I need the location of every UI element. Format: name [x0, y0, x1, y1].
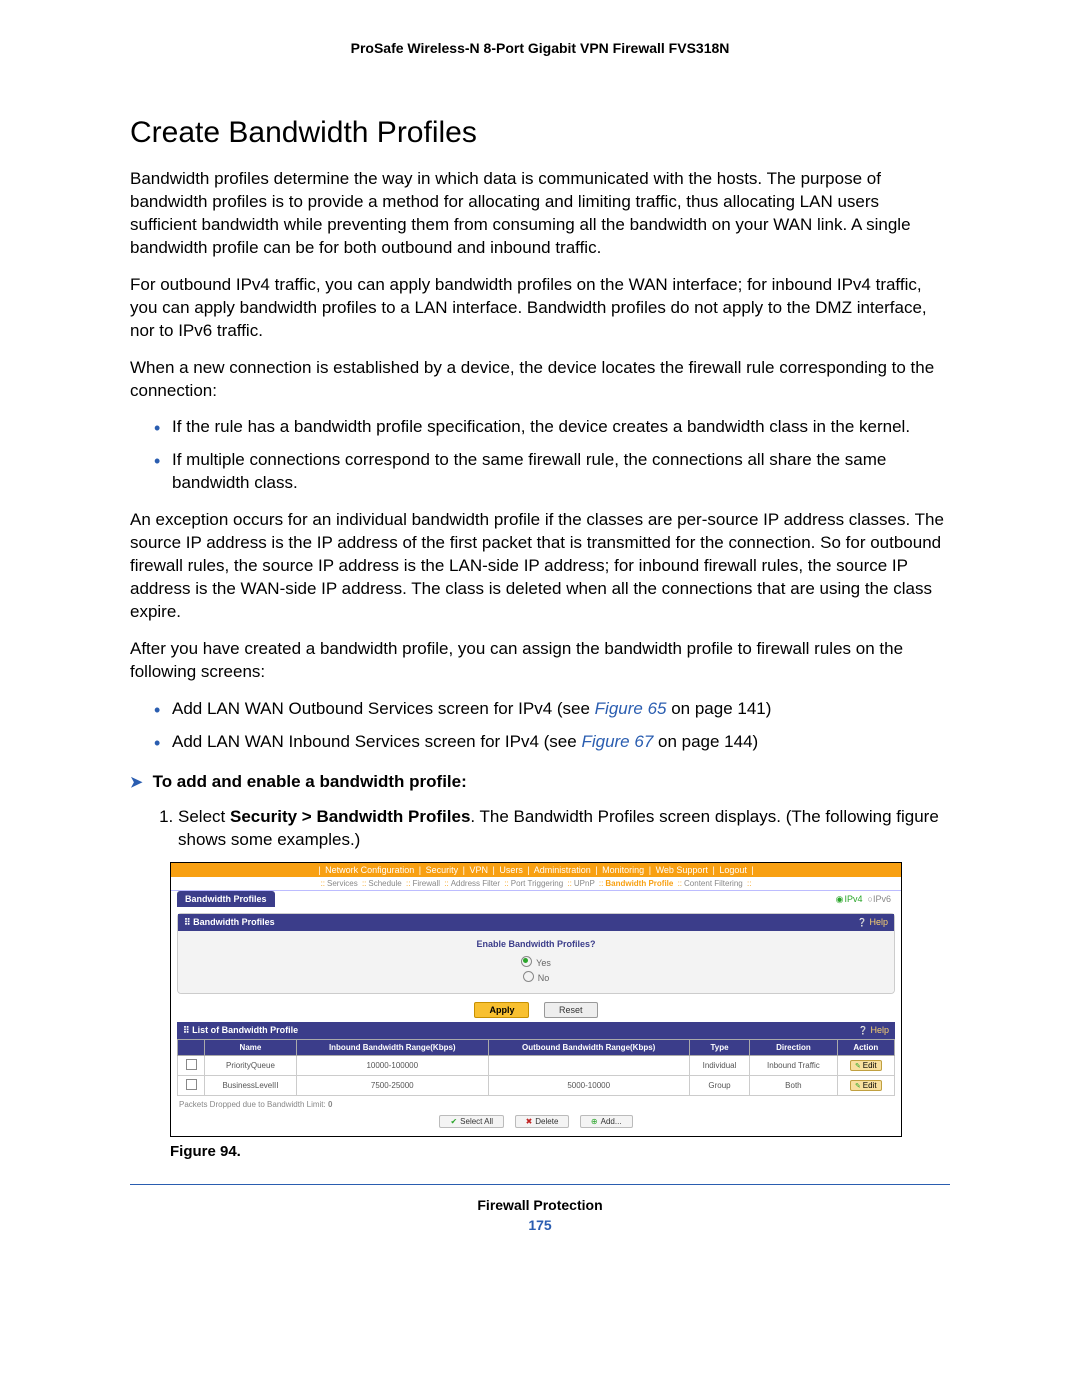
nav-admin[interactable]: Administration — [534, 865, 591, 875]
figure-caption: Figure 94. — [170, 1143, 950, 1160]
col-direction: Direction — [750, 1039, 837, 1055]
subnav-schedule[interactable]: Schedule — [368, 879, 401, 888]
add-button[interactable]: ⊕Add... — [580, 1115, 633, 1128]
horizontal-rule — [130, 1184, 950, 1185]
subnav-porttrigger[interactable]: Port Triggering — [511, 879, 563, 888]
nav-vpn[interactable]: VPN — [469, 865, 488, 875]
figure-65-link[interactable]: Figure 65 — [595, 699, 667, 718]
footer-title: Firewall Protection — [477, 1197, 602, 1213]
nav-monitor[interactable]: Monitoring — [602, 865, 644, 875]
bullet-4: Add LAN WAN Inbound Services screen for … — [154, 731, 950, 754]
select-all-button[interactable]: ✔Select All — [439, 1115, 504, 1128]
subnav-addrfilter[interactable]: Address Filter — [451, 879, 500, 888]
subnav-contentfilter[interactable]: Content Filtering — [684, 879, 743, 888]
subnav-upnp[interactable]: UPnP — [574, 879, 595, 888]
radio-no[interactable] — [523, 971, 534, 982]
figure-94-screenshot: | Network Configuration | Security | VPN… — [170, 862, 902, 1137]
enable-question: Enable Bandwidth Profiles? — [186, 939, 886, 949]
para-3: When a new connection is established by … — [130, 357, 950, 403]
drop-note: Packets Dropped due to Bandwidth Limit: … — [179, 1100, 893, 1109]
page-title: Create Bandwidth Profiles — [130, 116, 950, 150]
subnav-bwprofile[interactable]: Bandwidth Profile — [605, 879, 673, 888]
col-name: Name — [205, 1039, 297, 1055]
col-inbound: Inbound Bandwidth Range(Kbps) — [296, 1039, 488, 1055]
bw-profile-table: Name Inbound Bandwidth Range(Kbps) Outbo… — [177, 1039, 895, 1096]
para-2: For outbound IPv4 traffic, you can apply… — [130, 274, 950, 343]
para-5: After you have created a bandwidth profi… — [130, 638, 950, 684]
ipv4-label[interactable]: IPv4 — [845, 894, 863, 904]
nav-websupport[interactable]: Web Support — [656, 865, 708, 875]
nav-logout[interactable]: Logout — [719, 865, 747, 875]
tab-bandwidth-profiles[interactable]: Bandwidth Profiles — [177, 891, 275, 907]
row-checkbox[interactable] — [186, 1079, 197, 1090]
panel-list-title: ⠿ List of Bandwidth Profile — [183, 1025, 298, 1036]
col-outbound: Outbound Bandwidth Range(Kbps) — [488, 1039, 689, 1055]
doc-header: ProSafe Wireless-N 8-Port Gigabit VPN Fi… — [130, 40, 950, 56]
table-row: BusinessLevelII 7500-25000 5000-10000 Gr… — [178, 1075, 895, 1095]
radio-yes[interactable] — [521, 956, 532, 967]
help-link-1[interactable]: Help — [857, 917, 888, 928]
delete-button[interactable]: ✖Delete — [515, 1115, 570, 1128]
nav-netconf[interactable]: Network Configuration — [325, 865, 414, 875]
bullet-1: If the rule has a bandwidth profile spec… — [154, 416, 950, 439]
subnav-services[interactable]: Services — [327, 879, 358, 888]
panel-bwprofiles-title: ⠿ Bandwidth Profiles — [184, 917, 275, 928]
apply-button[interactable]: Apply — [474, 1002, 529, 1018]
page-number: 175 — [130, 1217, 950, 1233]
step-1: Select Security > Bandwidth Profiles. Th… — [178, 806, 950, 852]
radio-ipv4-icon[interactable]: ◉ — [836, 894, 844, 904]
bullet-2: If multiple connections correspond to th… — [154, 449, 950, 495]
row-checkbox[interactable] — [186, 1059, 197, 1070]
sub-nav: ::Services ::Schedule ::Firewall ::Addre… — [171, 877, 901, 891]
col-action: Action — [837, 1039, 894, 1055]
bullet-3: Add LAN WAN Outbound Services screen for… — [154, 698, 950, 721]
reset-button[interactable]: Reset — [544, 1002, 598, 1018]
col-type: Type — [689, 1039, 750, 1055]
help-link-2[interactable]: Help — [858, 1025, 889, 1036]
procedure-heading: To add and enable a bandwidth profile: — [130, 772, 950, 792]
table-row: PriorityQueue 10000-100000 Individual In… — [178, 1055, 895, 1075]
edit-button[interactable]: Edit — [850, 1060, 882, 1071]
subnav-firewall[interactable]: Firewall — [412, 879, 440, 888]
para-1: Bandwidth profiles determine the way in … — [130, 168, 950, 260]
edit-button[interactable]: Edit — [850, 1080, 882, 1091]
figure-67-link[interactable]: Figure 67 — [581, 732, 653, 751]
top-nav: | Network Configuration | Security | VPN… — [171, 863, 901, 877]
nav-users[interactable]: Users — [499, 865, 523, 875]
nav-security[interactable]: Security — [426, 865, 459, 875]
ipv6-label[interactable]: IPv6 — [873, 894, 891, 904]
para-4: An exception occurs for an individual ba… — [130, 509, 950, 624]
